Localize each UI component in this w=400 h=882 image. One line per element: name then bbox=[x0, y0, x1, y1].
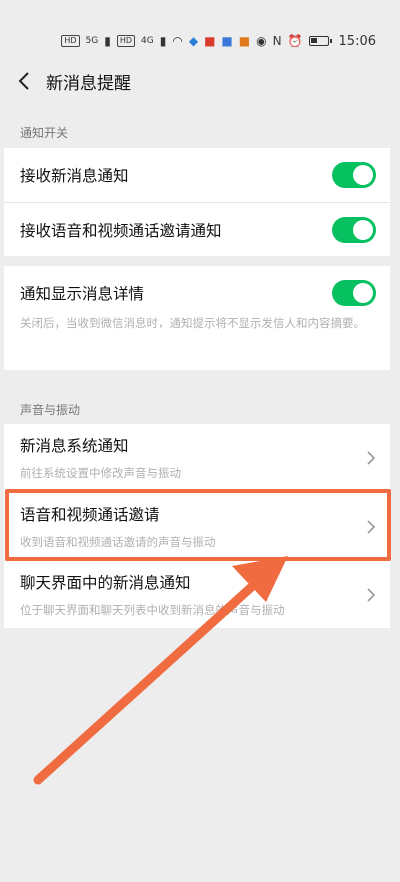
nfc-icon: N bbox=[272, 34, 282, 48]
network-type: 4G bbox=[141, 36, 154, 46]
receive-new-messages-toggle[interactable] bbox=[332, 162, 376, 188]
details-row[interactable]: 通知显示消息详情 bbox=[20, 276, 376, 310]
receive-new-messages-row[interactable]: 接收新消息通知 bbox=[4, 148, 390, 202]
details-card: 通知显示消息详情 关闭后，当收到微信消息时，通知提示将不显示发信人和内容摘要。 bbox=[4, 266, 390, 370]
chevron-right-icon bbox=[367, 451, 376, 465]
system-notification-row[interactable]: 新消息系统通知 前往系统设置中修改声音与振动 bbox=[4, 424, 390, 492]
section-header-sound-vibration: 声音与振动 bbox=[20, 403, 81, 417]
signal-icon: ▮ bbox=[159, 34, 167, 48]
wifi-icon: ◠ bbox=[172, 34, 183, 48]
section-header-notify-switch: 通知开关 bbox=[20, 126, 69, 140]
row-label: 语音和视频通话邀请 bbox=[20, 505, 160, 524]
status-bar: HD 5G ▮ HD 4G ▮ ◠ ◆ ■ ■ ■ ◉ N ⏰ 15:06 bbox=[0, 0, 400, 56]
signal-icon: ▮ bbox=[104, 34, 111, 48]
toggle-knob bbox=[353, 283, 373, 303]
row-description: 收到语音和视频通话邀请的声音与振动 bbox=[20, 534, 216, 549]
details-description: 关闭后，当收到微信消息时，通知提示将不显示发信人和内容摘要。 bbox=[20, 316, 365, 330]
app-notification-icon: ■ bbox=[238, 34, 251, 48]
hd-indicator: HD bbox=[116, 35, 136, 47]
receive-call-invites-toggle[interactable] bbox=[332, 216, 376, 243]
title-bar: 新消息提醒 bbox=[0, 56, 400, 106]
call-invite-sound-row[interactable]: 语音和视频通话邀请 收到语音和视频通话邀请的声音与振动 bbox=[4, 492, 390, 560]
row-description: 前往系统设置中修改声音与振动 bbox=[20, 466, 181, 480]
battery-icon bbox=[308, 36, 332, 46]
chat-new-message-row[interactable]: 聊天界面中的新消息通知 位于聊天界面和聊天列表中收到新消息的声音与振动 bbox=[4, 560, 390, 628]
row-description: 位于聊天界面和聊天列表中收到新消息的声音与振动 bbox=[20, 602, 285, 617]
status-icons: HD 5G ▮ HD 4G ▮ ◠ ◆ ■ ■ ■ ◉ N ⏰ bbox=[61, 34, 332, 48]
toggle-knob bbox=[353, 219, 373, 240]
details-toggle[interactable] bbox=[332, 280, 376, 306]
receive-call-invites-row[interactable]: 接收语音和视频通话邀请通知 bbox=[4, 202, 390, 256]
sound-vibration-card: 新消息系统通知 前往系统设置中修改声音与振动 语音和视频通话邀请 收到语音和视频… bbox=[4, 424, 390, 628]
toggle-knob bbox=[353, 165, 373, 185]
app-notification-icon: ◆ bbox=[188, 34, 199, 48]
row-label: 聊天界面中的新消息通知 bbox=[20, 573, 191, 592]
network-type: 5G bbox=[85, 36, 99, 46]
chevron-right-icon bbox=[367, 587, 376, 602]
chevron-left-icon[interactable] bbox=[4, 56, 44, 106]
row-label: 接收语音和视频通话邀请通知 bbox=[20, 221, 222, 240]
row-label: 通知显示消息详情 bbox=[20, 285, 145, 303]
page-title: 新消息提醒 bbox=[46, 73, 131, 94]
chevron-right-icon bbox=[367, 519, 376, 534]
alarm-icon: ⏰ bbox=[287, 34, 303, 48]
app-notification-icon: ■ bbox=[204, 34, 216, 48]
row-label: 接收新消息通知 bbox=[20, 167, 129, 185]
eye-icon: ◉ bbox=[256, 34, 267, 48]
app-notification-icon: ■ bbox=[221, 34, 233, 48]
row-label: 新消息系统通知 bbox=[20, 437, 129, 455]
notify-switch-card: 接收新消息通知 接收语音和视频通话邀请通知 bbox=[4, 148, 390, 256]
hd-indicator: HD bbox=[61, 35, 80, 47]
status-time: 15:06 bbox=[338, 33, 376, 49]
